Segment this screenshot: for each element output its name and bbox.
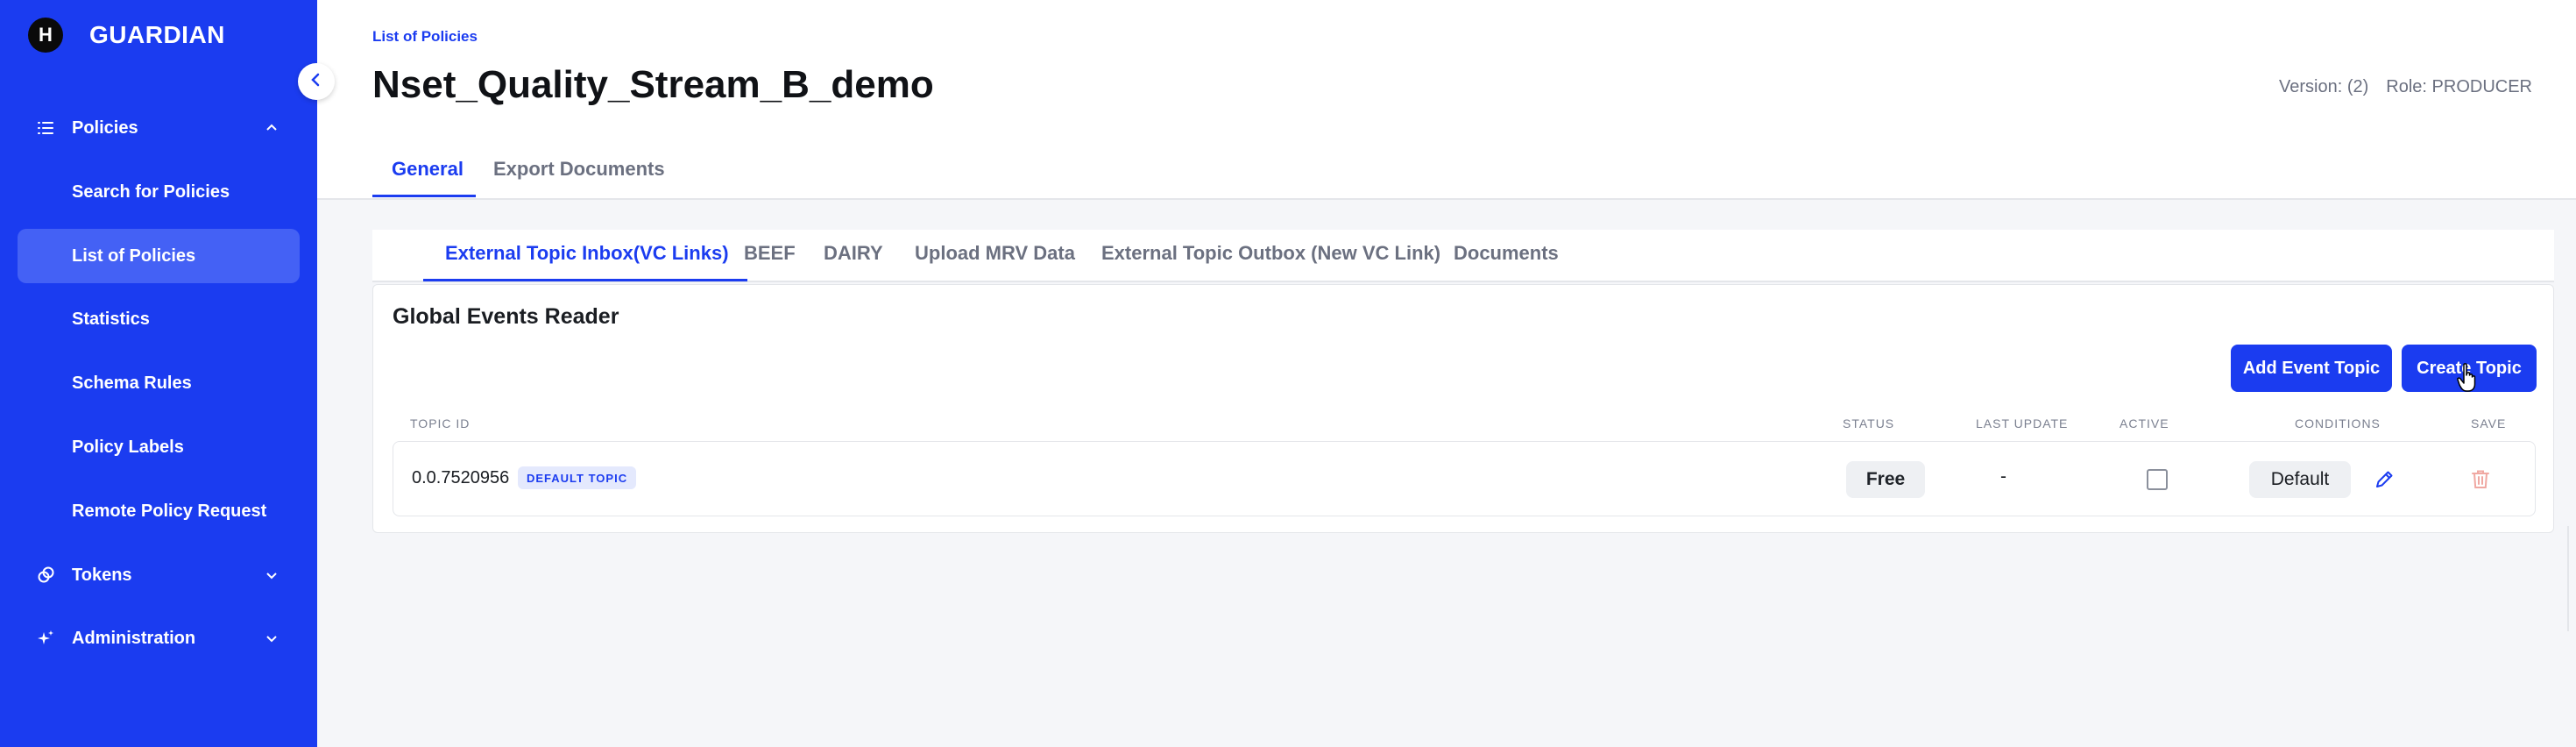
sidebar-item-label: Policy Labels — [72, 437, 184, 457]
chevron-down-icon — [263, 566, 280, 584]
sidebar-item-schema-rules[interactable]: Schema Rules — [18, 356, 300, 410]
sidebar-group-label: Tokens — [72, 565, 132, 585]
add-event-topic-button[interactable]: Add Event Topic — [2231, 345, 2392, 392]
column-header-save: SAVE — [2471, 416, 2507, 430]
logo[interactable]: H GUARDIAN — [28, 18, 225, 53]
active-tab-indicator — [372, 195, 476, 197]
policy-block-tabs: External Topic Inbox(VC Links) BEEF DAIR… — [372, 230, 2554, 282]
sidebar-item-statistics[interactable]: Statistics — [18, 292, 300, 346]
sidebar-group-tokens[interactable]: Tokens — [0, 561, 317, 589]
chevron-up-icon — [263, 119, 280, 137]
breadcrumb[interactable]: List of Policies — [372, 28, 478, 46]
list-icon — [35, 117, 56, 139]
column-header-last-update: LAST UPDATE — [1976, 416, 2069, 430]
subtab-external-topic-inbox[interactable]: External Topic Inbox(VC Links) — [445, 242, 729, 265]
events-reader-card: Global Events Reader Add Event Topic Cre… — [372, 284, 2554, 533]
page-title: Nset_Quality_Stream_B_demo — [372, 63, 934, 106]
default-topic-badge: DEFAULT TOPIC — [518, 466, 637, 489]
token-icon — [35, 565, 56, 586]
sidebar-item-search-for-policies[interactable]: Search for Policies — [18, 165, 300, 219]
sidebar-group-label: Policies — [72, 117, 138, 138]
column-header-status: STATUS — [1843, 416, 1895, 430]
status-badge: Free — [1846, 461, 1925, 498]
chevron-left-icon — [308, 72, 324, 92]
active-subtab-indicator — [423, 279, 747, 281]
hand-cursor-icon — [2457, 363, 2480, 393]
sidebar-item-label: Remote Policy Request — [72, 501, 267, 521]
tab-export-documents[interactable]: Export Documents — [493, 158, 665, 181]
sidebar-item-remote-policy-request[interactable]: Remote Policy Request — [18, 484, 300, 538]
tab-general[interactable]: General — [392, 158, 464, 181]
subtab-upload-mrv-data[interactable]: Upload MRV Data — [915, 242, 1075, 265]
subtab-documents[interactable]: Documents — [1454, 242, 1559, 265]
chevron-down-icon — [263, 630, 280, 647]
sidebar-item-list-of-policies[interactable]: List of Policies — [18, 229, 300, 283]
topic-id: 0.0.7520956 — [412, 468, 510, 487]
role-label: Role: PRODUCER — [2386, 77, 2532, 96]
conditions-button[interactable]: Default — [2249, 461, 2351, 498]
card-title: Global Events Reader — [393, 304, 619, 329]
policy-meta: Version: (2) Role: PRODUCER — [2279, 77, 2532, 97]
app-name: GUARDIAN — [89, 21, 225, 48]
sidebar-group-label: Administration — [72, 628, 196, 648]
page-header: List of Policies Nset_Quality_Stream_B_d… — [317, 0, 2576, 200]
sidebar-item-label: Schema Rules — [72, 373, 192, 393]
sparkle-icon — [35, 628, 56, 649]
subtab-external-topic-outbox[interactable]: External Topic Outbox (New VC Link) — [1101, 242, 1440, 265]
column-header-topic-id: TOPIC ID — [410, 416, 471, 430]
last-update-value: - — [2000, 466, 2006, 487]
scrollbar[interactable] — [2567, 526, 2576, 631]
version-label: Version: (2) — [2279, 77, 2369, 96]
sidebar-group-administration[interactable]: Administration — [0, 624, 317, 652]
sidebar-item-label: Search for Policies — [72, 181, 230, 202]
sidebar-item-policy-labels[interactable]: Policy Labels — [18, 420, 300, 474]
active-checkbox[interactable] — [2147, 469, 2168, 490]
trash-icon[interactable] — [2469, 468, 2492, 491]
table-row: 0.0.7520956 DEFAULT TOPIC Free - Default — [393, 441, 2536, 516]
subtab-dairy[interactable]: DAIRY — [824, 242, 883, 265]
column-header-active: ACTIVE — [2120, 416, 2169, 430]
sidebar-item-label: List of Policies — [72, 245, 196, 266]
sidebar: H GUARDIAN Policies Search for Policies … — [0, 0, 317, 747]
sidebar-collapse-button[interactable] — [298, 63, 335, 100]
column-header-conditions: CONDITIONS — [2295, 416, 2381, 430]
sidebar-group-policies[interactable]: Policies — [0, 114, 317, 142]
pencil-icon[interactable] — [2372, 467, 2396, 492]
sidebar-item-label: Statistics — [72, 309, 150, 329]
subtab-beef[interactable]: BEEF — [744, 242, 796, 265]
logo-mark: H — [28, 18, 63, 53]
